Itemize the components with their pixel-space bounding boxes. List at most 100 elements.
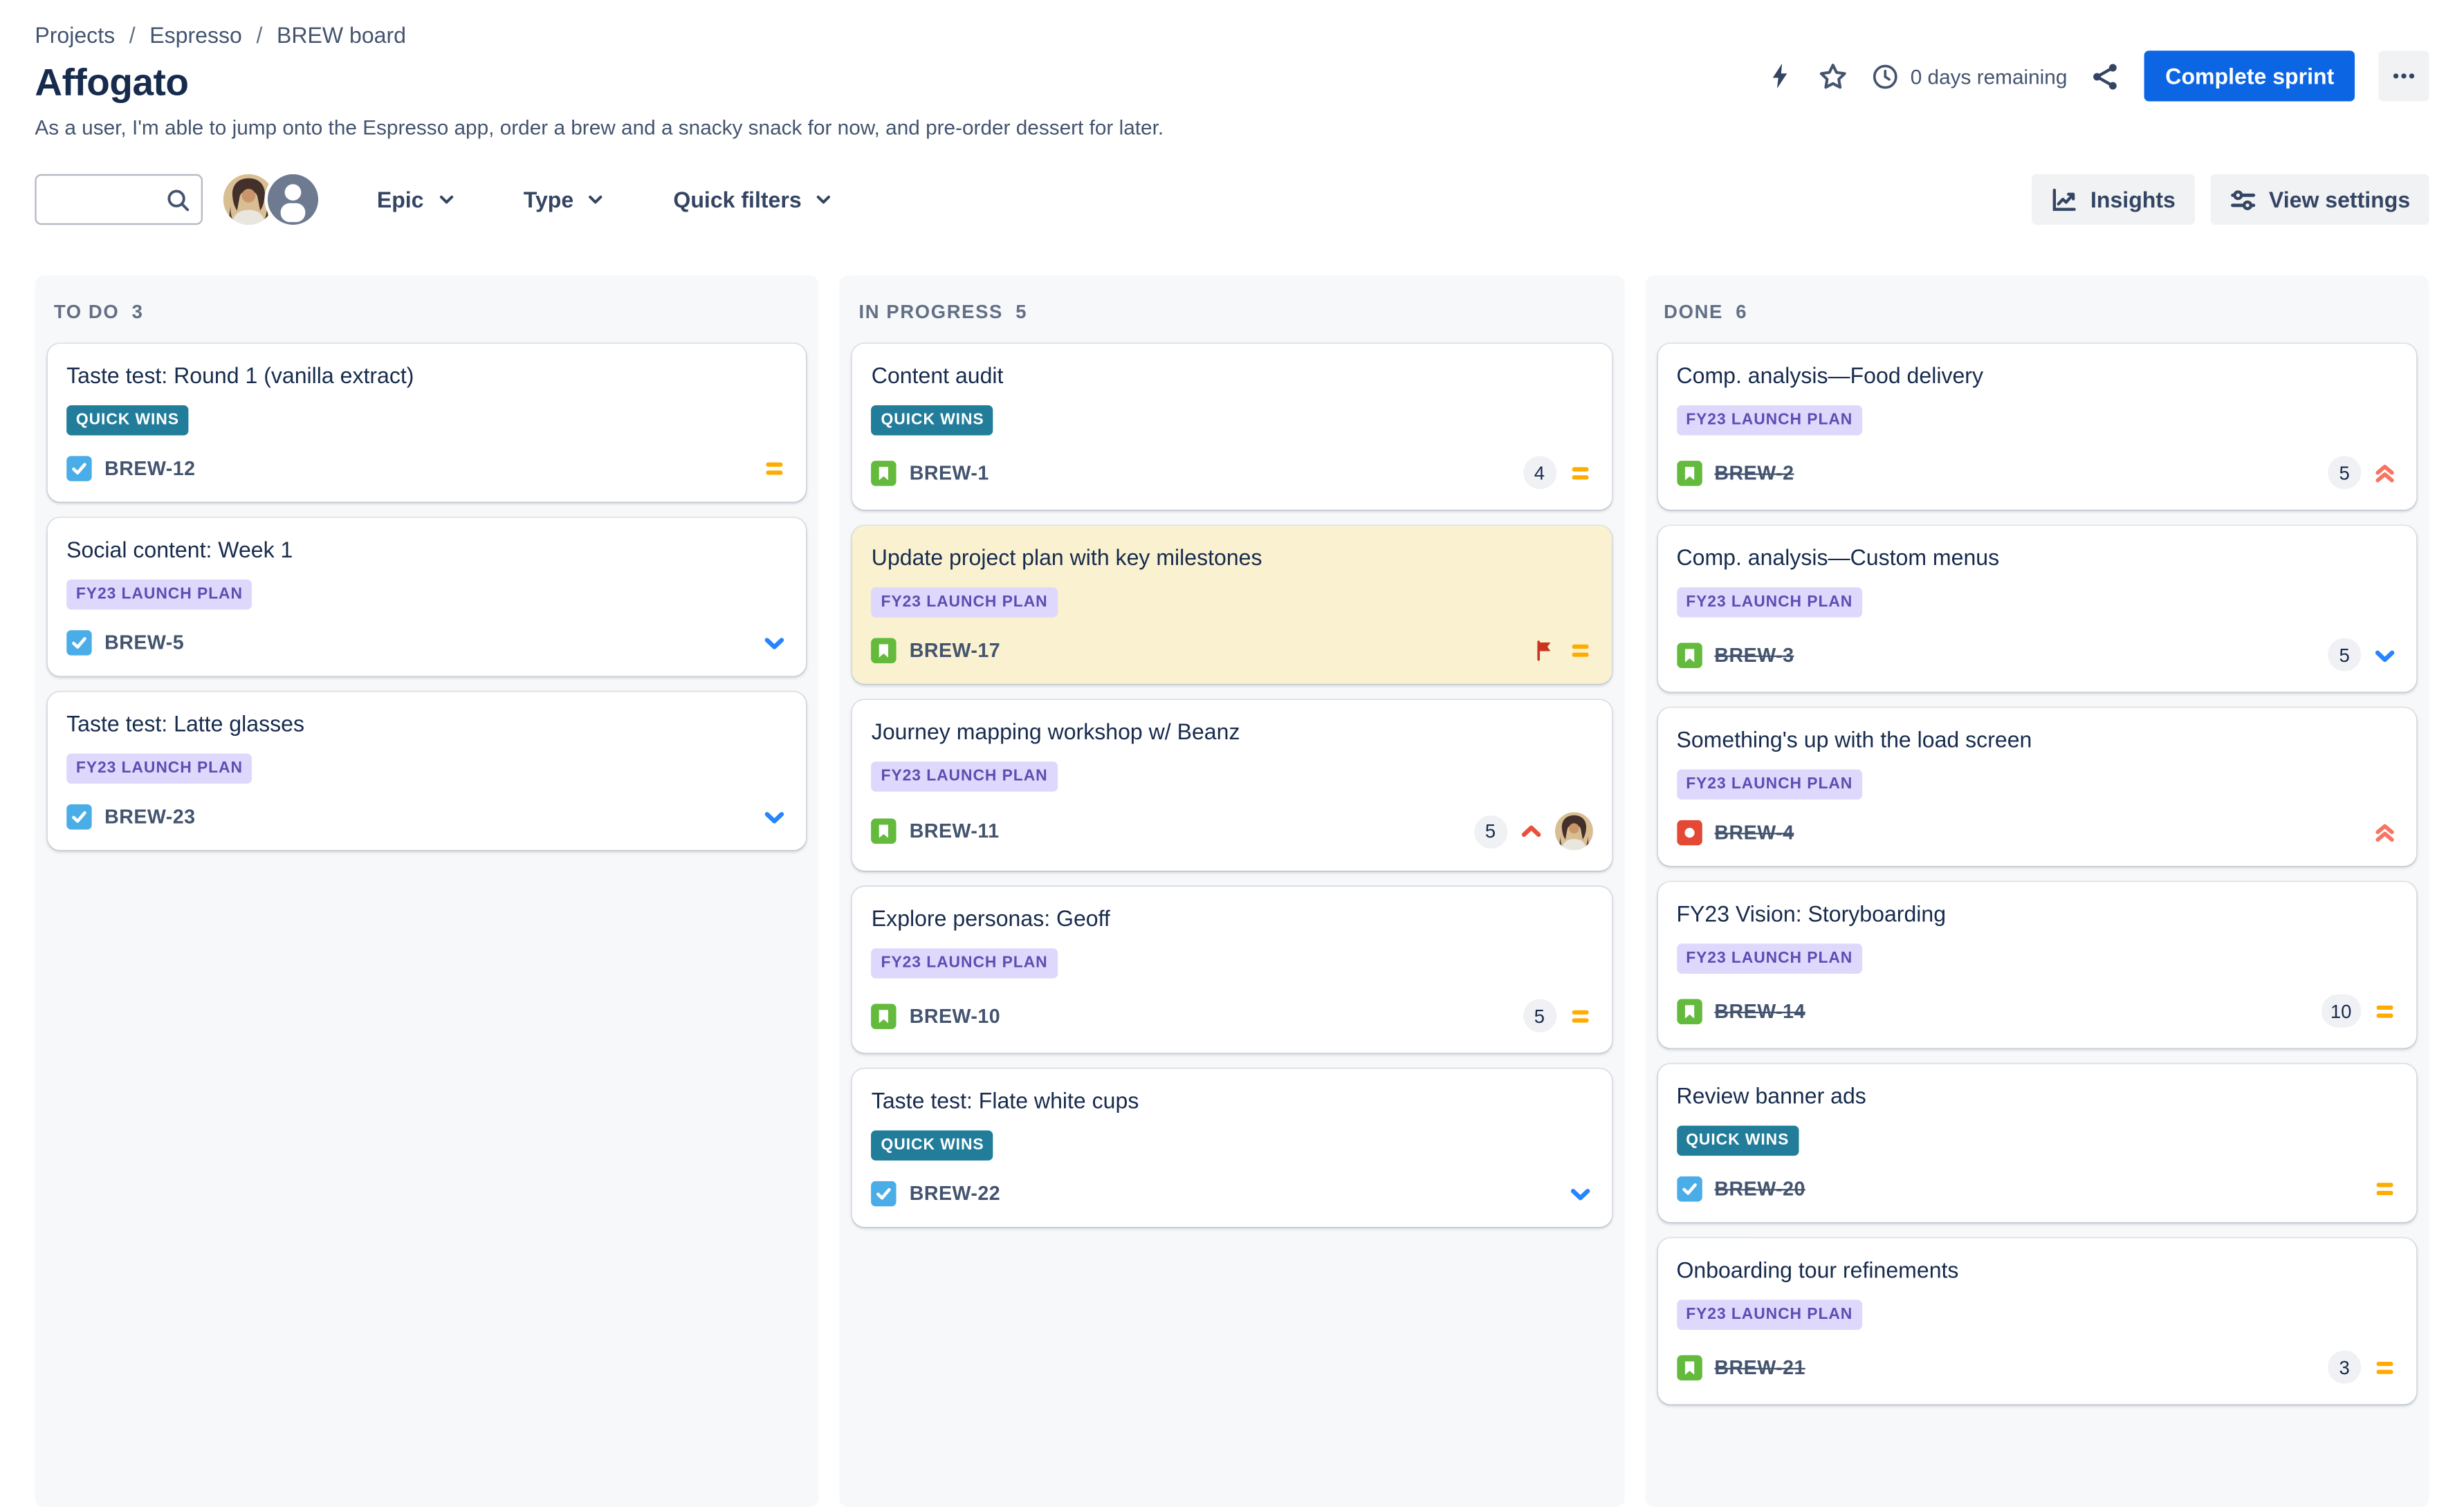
epic-badge: QUICK WINS: [66, 405, 189, 436]
epic-badge: FY23 LAUNCH PLAN: [1676, 405, 1862, 436]
story-points-badge: 3: [2328, 1350, 2362, 1384]
task-icon: [66, 804, 92, 830]
breadcrumb-espresso[interactable]: Espresso: [149, 22, 242, 48]
issue-title: Taste test: Latte glasses: [66, 710, 304, 737]
task-icon: [1676, 1176, 1702, 1202]
priority-highest-icon: [2372, 820, 2398, 846]
header-actions: 0 days remaining Complete sprint: [1766, 50, 2429, 102]
epic-badge: FY23 LAUNCH PLAN: [1676, 1300, 1862, 1330]
story-icon: [1676, 998, 1702, 1024]
issue-title: Comp. analysis—Custom menus: [1676, 544, 2000, 571]
priority-highest-icon: [2372, 460, 2398, 486]
issue-key: BREW-2: [1714, 461, 1794, 484]
quick-filters-dropdown[interactable]: Quick filters: [664, 185, 845, 214]
issue-card-brew-14[interactable]: FY23 Vision: Storyboarding FY23 LAUNCH P…: [1657, 882, 2417, 1048]
issue-card-brew-10[interactable]: Explore personas: Geoff FY23 LAUNCH PLAN…: [852, 886, 1612, 1053]
column-header: IN PROGRESS 5: [852, 288, 1611, 344]
issue-title: Content audit: [871, 362, 1004, 388]
board-column-done: DONE 6 Comp. analysis—Food delivery FY23…: [1644, 275, 2429, 1507]
board-toolbar: Epic Type Quick filters Insights View se…: [0, 171, 2464, 228]
epic-badge: FY23 LAUNCH PLAN: [66, 579, 252, 610]
user-avatar: [1554, 812, 1593, 851]
issue-card-brew-23[interactable]: Taste test: Latte glasses FY23 LAUNCH PL…: [47, 692, 807, 851]
task-icon: [871, 1181, 897, 1207]
issue-card-brew-1[interactable]: Content audit QUICK WINS BREW-1 4: [852, 343, 1612, 510]
issue-key: BREW-3: [1714, 643, 1794, 666]
issue-card-brew-17[interactable]: Update project plan with key milestones …: [852, 526, 1612, 684]
search-input[interactable]: [36, 176, 201, 223]
priority-medium-icon: [2372, 998, 2398, 1024]
generic-avatar[interactable]: [264, 171, 322, 228]
column-count: 5: [1015, 300, 1028, 323]
issue-card-brew-11[interactable]: Journey mapping workshop w/ Beanz FY23 L…: [852, 699, 1612, 871]
epic-badge: FY23 LAUNCH PLAN: [1676, 587, 1862, 618]
column-count: 6: [1736, 300, 1748, 323]
breadcrumb: Projects / Espresso / BREW board: [35, 22, 2429, 48]
column-header: TO DO 3: [48, 288, 807, 344]
priority-low-icon: [762, 804, 788, 830]
epic-badge: FY23 LAUNCH PLAN: [871, 587, 1058, 618]
epic-badge: QUICK WINS: [1676, 1125, 1799, 1156]
column-name: IN PROGRESS: [858, 300, 1003, 323]
column-name: DONE: [1664, 300, 1723, 323]
priority-medium-icon: [1567, 1003, 1593, 1028]
issue-title: Comp. analysis—Food delivery: [1676, 362, 1984, 388]
issue-title: FY23 Vision: Storyboarding: [1676, 900, 1947, 927]
issue-title: Review banner ads: [1676, 1082, 1866, 1109]
lightning-icon[interactable]: [1766, 62, 1794, 90]
clock-icon: [1873, 64, 1898, 89]
issue-card-brew-3[interactable]: Comp. analysis—Custom menus FY23 LAUNCH …: [1657, 526, 2417, 692]
story-points-badge: 10: [2321, 994, 2362, 1028]
chevron-down-icon: [439, 195, 453, 204]
user-avatar[interactable]: [223, 174, 275, 225]
issue-key: BREW-10: [909, 1004, 1001, 1027]
issue-card-brew-2[interactable]: Comp. analysis—Food delivery FY23 LAUNCH…: [1657, 343, 2417, 510]
story-icon: [1676, 642, 1702, 667]
epic-filter-dropdown[interactable]: Epic: [367, 185, 466, 214]
priority-medium-icon: [2372, 1354, 2398, 1380]
issue-key: BREW-12: [104, 457, 196, 480]
breadcrumb-brew-board[interactable]: BREW board: [277, 22, 406, 48]
share-icon[interactable]: [2091, 61, 2121, 91]
issue-title: Taste test: Flate white cups: [871, 1087, 1139, 1113]
more-icon[interactable]: [2378, 50, 2429, 102]
issue-title: Taste test: Round 1 (vanilla extract): [66, 362, 414, 388]
issue-key: BREW-4: [1714, 822, 1794, 844]
breadcrumb-separator: /: [129, 22, 136, 48]
issue-key: BREW-1: [909, 461, 989, 484]
breadcrumb-projects[interactable]: Projects: [35, 22, 115, 48]
issue-card-brew-4[interactable]: Something's up with the load screen FY23…: [1657, 708, 2417, 867]
assignee-avatars: [223, 171, 322, 228]
issue-title: Explore personas: Geoff: [871, 905, 1110, 932]
complete-sprint-button[interactable]: Complete sprint: [2144, 50, 2355, 102]
issue-card-brew-20[interactable]: Review banner ads QUICK WINS BREW-20: [1657, 1064, 2417, 1223]
column-cards: Taste test: Round 1 (vanilla extract) QU…: [47, 343, 807, 851]
story-icon: [1676, 460, 1702, 486]
column-cards: Comp. analysis—Food delivery FY23 LAUNCH…: [1657, 343, 2417, 1405]
assignee-avatar: [1554, 812, 1593, 851]
column-name: TO DO: [53, 300, 120, 323]
story-icon: [1676, 1354, 1702, 1380]
issue-card-brew-12[interactable]: Taste test: Round 1 (vanilla extract) QU…: [47, 343, 807, 502]
issue-title: Something's up with the load screen: [1676, 726, 2032, 752]
task-icon: [66, 630, 92, 656]
chevron-down-icon: [817, 195, 831, 204]
issue-title: Journey mapping workshop w/ Beanz: [871, 719, 1240, 744]
issue-key: BREW-20: [1714, 1178, 1805, 1201]
sprint-goal-text: As a user, I'm able to jump onto the Esp…: [35, 115, 1164, 140]
epic-badge: FY23 LAUNCH PLAN: [1676, 943, 1862, 974]
chevron-down-icon: [589, 195, 603, 204]
story-points-badge: 5: [2328, 456, 2362, 490]
epic-badge: QUICK WINS: [871, 1130, 994, 1161]
issue-key: BREW-21: [1714, 1356, 1805, 1378]
epic-badge: FY23 LAUNCH PLAN: [1676, 769, 1862, 800]
priority-low-icon: [1567, 1181, 1593, 1207]
issue-card-brew-5[interactable]: Social content: Week 1 FY23 LAUNCH PLAN …: [47, 517, 807, 676]
star-icon[interactable]: [1819, 61, 1848, 91]
type-filter-dropdown[interactable]: Type: [514, 185, 616, 214]
story-points-badge: 4: [1523, 456, 1556, 490]
insights-button[interactable]: Insights: [2032, 174, 2195, 225]
view-settings-button[interactable]: View settings: [2210, 174, 2429, 225]
issue-card-brew-22[interactable]: Taste test: Flate white cups QUICK WINS …: [852, 1069, 1612, 1228]
issue-card-brew-21[interactable]: Onboarding tour refinements FY23 LAUNCH …: [1657, 1238, 2417, 1405]
